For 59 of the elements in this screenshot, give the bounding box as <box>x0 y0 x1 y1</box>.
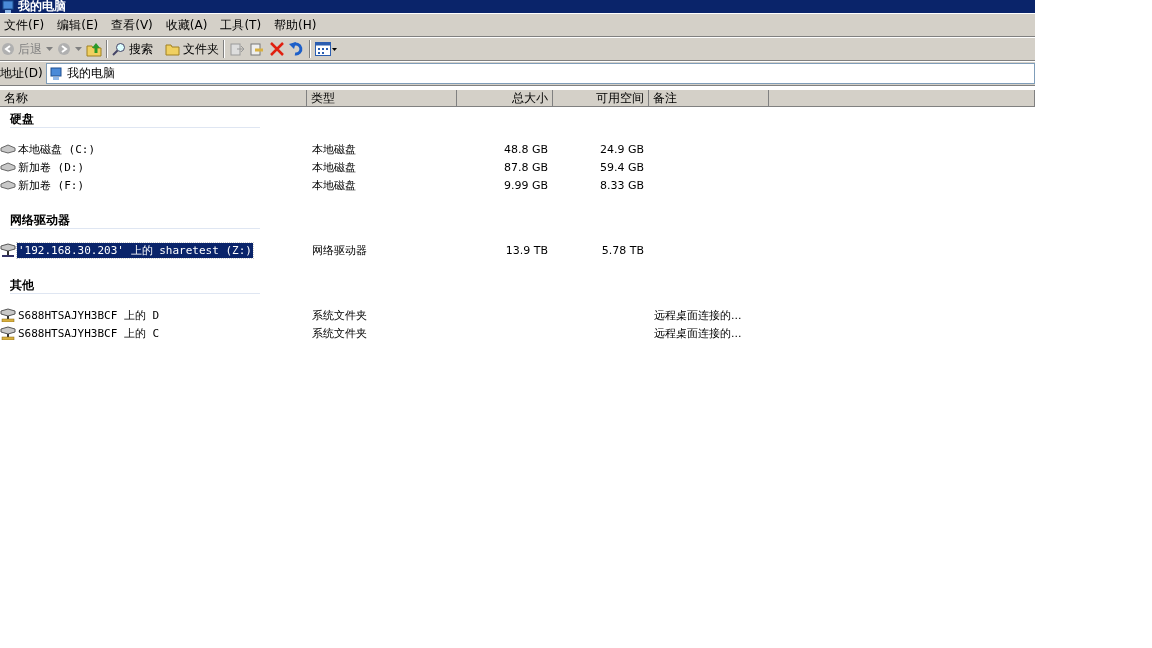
drive-name[interactable]: S688HTSAJYH3BCF 上的 D <box>17 307 161 323</box>
type-cell-text: 系统文件夹 <box>311 307 368 323</box>
address-field[interactable]: 我的电脑 <box>45 63 1035 84</box>
hard-drive-icon <box>0 144 16 154</box>
comment-cell-text: 远程桌面连接的... <box>653 307 743 323</box>
network-drive-icon <box>0 243 16 257</box>
drive-name[interactable]: 本地磁盘 (C:) <box>17 141 97 157</box>
folder-up-icon[interactable] <box>86 41 102 57</box>
column-heading[interactable]: 名称 <box>0 90 307 106</box>
drive-name[interactable]: 新加卷 (F:) <box>17 177 86 193</box>
copy-to-icon[interactable] <box>249 41 265 57</box>
search-icon <box>112 42 126 56</box>
type-cell-text: 网络驱动器 <box>311 242 368 258</box>
free-space-cell-text: 24.9 GB <box>598 142 645 156</box>
total-size-cell-text: 87.8 GB <box>502 160 549 174</box>
column-heading[interactable]: 总大小 <box>457 90 553 106</box>
column-heading[interactable]: 类型 <box>307 90 457 106</box>
menu-item[interactable]: 工具(T) <box>216 16 271 34</box>
group-title: 网络驱动器 <box>10 212 260 229</box>
computer-icon <box>48 66 63 81</box>
comment-cell-text: 远程桌面连接的... <box>653 325 743 341</box>
total-size-cell-text: 13.9 TB <box>504 243 549 257</box>
undo-icon[interactable] <box>289 41 305 57</box>
menu-item[interactable]: 帮助(H) <box>270 16 326 34</box>
drive-name[interactable]: S688HTSAJYH3BCF 上的 C <box>17 325 161 341</box>
address-label: 地址(D) <box>0 65 43 82</box>
menu-item[interactable]: 编辑(E) <box>53 16 108 34</box>
menu-item[interactable]: 收藏(A) <box>161 16 217 34</box>
total-size-cell-text: 9.99 GB <box>502 178 549 192</box>
caret-icon[interactable] <box>46 47 53 51</box>
drive-name[interactable]: 新加卷 (D:) <box>17 159 86 175</box>
type-cell-text: 本地磁盘 <box>311 159 357 175</box>
window-title: 我的电脑 <box>18 0 66 15</box>
move-to-icon[interactable] <box>229 41 245 57</box>
free-space-cell-text: 8.33 GB <box>598 178 645 192</box>
search-button[interactable]: 搜索 <box>112 40 153 58</box>
delete-icon[interactable] <box>269 41 285 57</box>
type-cell-text: 本地磁盘 <box>311 177 357 193</box>
caret-icon[interactable] <box>75 47 82 51</box>
shared-drive-icon <box>0 326 16 340</box>
folder-icon <box>165 42 180 56</box>
menu-item[interactable]: 查看(V) <box>107 16 162 34</box>
menu-item[interactable]: 文件(F) <box>0 16 54 34</box>
group-title: 硬盘 <box>10 111 260 128</box>
free-space-cell-text: 59.4 GB <box>598 160 645 174</box>
group-title: 其他 <box>10 277 260 294</box>
column-heading[interactable]: 备注 <box>649 90 769 106</box>
computer-icon <box>1 0 15 14</box>
hard-drive-icon <box>0 180 16 190</box>
type-cell-text: 系统文件夹 <box>311 325 368 341</box>
hard-drive-icon <box>0 162 16 172</box>
shared-drive-icon <box>0 308 16 322</box>
free-space-cell-text: 5.78 TB <box>600 243 645 257</box>
folders-button[interactable]: 文件夹 <box>165 40 219 58</box>
type-cell-text: 本地磁盘 <box>311 141 357 157</box>
drive-name[interactable]: '192.168.30.203' 上的 sharetest (Z:) <box>17 242 253 258</box>
total-size-cell-text: 48.8 GB <box>502 142 549 156</box>
views-icon[interactable] <box>315 42 337 56</box>
column-heading[interactable]: 可用空间 <box>553 90 649 106</box>
